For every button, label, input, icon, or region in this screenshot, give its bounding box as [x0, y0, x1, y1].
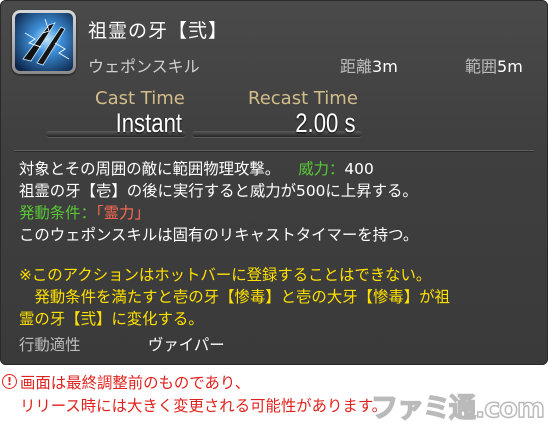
divider-top: [14, 150, 534, 151]
radius-stat: 範囲5m: [465, 53, 523, 77]
job-value: ヴァイパー: [148, 336, 225, 354]
potency-label: 威力：: [298, 160, 345, 178]
serpent-fang-icon: [15, 13, 73, 71]
skill-icon-frame: [12, 10, 76, 74]
exclamation-circle-icon: !: [2, 374, 17, 389]
disclaimer-line-2: リリース時には大きく変更される可能性があります。: [20, 397, 388, 415]
action-tooltip: 祖霊の牙【弐】 ウェポンスキル 距離3m 範囲5m Cast Time Reca…: [0, 0, 548, 365]
note-line-3: 霊の牙【弐】に変化する。: [19, 310, 204, 328]
note-line-2: 発動条件を満たすと壱の牙【惨毒】と壱の大牙【惨毒】が祖: [19, 288, 450, 306]
site-watermark-logo: ファミ通.com: [370, 392, 545, 425]
radius-label: 範囲: [465, 57, 498, 76]
range-stat: 距離3m: [340, 53, 398, 77]
range-label: 距離: [340, 57, 373, 76]
note-line-1: ※このアクションはホットバーに登録することはできない。: [19, 266, 432, 284]
condition-label: 発動条件：: [19, 204, 96, 222]
description-line-3: 発動条件：「霊力」: [19, 202, 150, 224]
skill-name: 祖霊の牙【弐】: [88, 20, 229, 42]
cast-time-value: Instant: [115, 108, 182, 138]
description-line-1: 対象とその周囲の敵に範囲物理攻撃。 威力：400: [19, 158, 374, 180]
cast-time-label: Cast Time: [95, 88, 185, 109]
recast-time-value: 2.00 s: [295, 108, 356, 138]
description-line-4: このウェポンスキルは固有のリキャストタイマーを持つ。: [19, 226, 419, 244]
condition-value: 「霊力」: [95, 204, 150, 222]
radius-value: 5m: [497, 57, 523, 76]
disclaimer-line-1: 画面は最終調整前のものであり、: [20, 374, 251, 392]
range-value: 3m: [372, 57, 398, 76]
skill-type: ウェポンスキル: [88, 57, 200, 76]
description-effect: 対象とその周囲の敵に範囲物理攻撃。: [19, 160, 281, 178]
description-line-2: 祖霊の牙【壱】の後に実行すると威力が500に上昇する。: [19, 182, 418, 200]
potency-value: 400: [344, 160, 374, 178]
job-label: 行動適性: [19, 336, 81, 354]
recast-time-label: Recast Time: [248, 88, 358, 109]
